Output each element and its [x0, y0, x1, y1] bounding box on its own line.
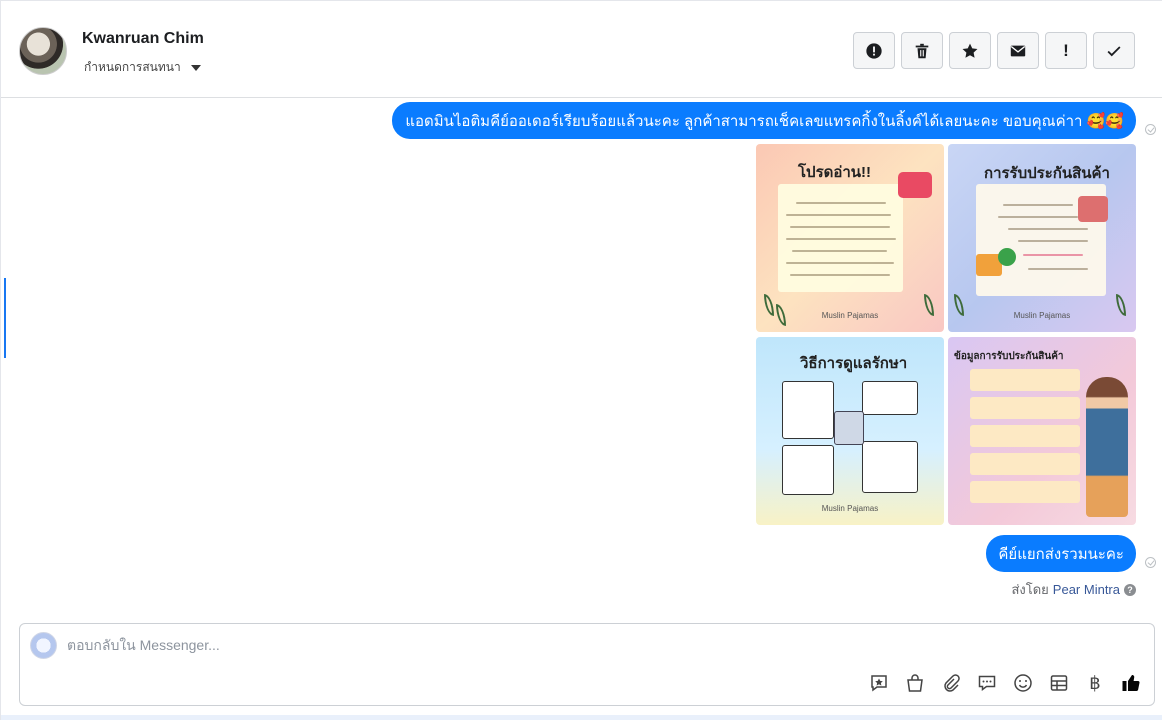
- scroll-indicator: [4, 278, 6, 358]
- image-title: ข้อมูลการรับประกันสินค้า: [954, 351, 1064, 362]
- chat-bubble-icon: [978, 675, 996, 691]
- check-icon: [1107, 45, 1121, 56]
- image-footer: Muslin Pajamas: [1013, 311, 1071, 320]
- baht-icon: ฿: [1089, 672, 1101, 693]
- envelope-icon: [1010, 45, 1026, 56]
- conversation-toolbar: !: [853, 32, 1135, 69]
- seen-check-icon: [1145, 124, 1156, 135]
- washing-machine-icon: [834, 411, 864, 445]
- image-attachment[interactable]: วิธีการดูแลรักษา Muslin Pajamas: [756, 337, 944, 525]
- image-attachment-grid: โปรดอ่าน!! Muslin Pajamas การรับประกันสิ…: [756, 144, 1136, 525]
- mark-unread-button[interactable]: [997, 32, 1039, 69]
- saved-reply-button[interactable]: [868, 672, 890, 694]
- check-badge-icon: [998, 248, 1016, 266]
- assign-label: กำหนดการสนทนา: [84, 60, 181, 74]
- image-footer: Muslin Pajamas: [821, 504, 879, 513]
- paperclip-icon: [944, 674, 960, 692]
- message-bubble[interactable]: แอดมินไอติมคีย์ออเดอร์เรียบร้อยแล้วนะคะ …: [392, 102, 1136, 139]
- composer-tools: ฿: [868, 672, 1142, 694]
- order-button[interactable]: [1048, 672, 1070, 694]
- attach-button[interactable]: [940, 672, 962, 694]
- bottom-strip: [1, 715, 1162, 720]
- emoji-button[interactable]: [1012, 672, 1034, 694]
- camera-icon: [898, 172, 932, 198]
- delete-button[interactable]: [901, 32, 943, 69]
- quick-reply-button[interactable]: [976, 672, 998, 694]
- model-photo: [1086, 377, 1128, 517]
- image-title: การรับประกันสินค้า: [984, 165, 1110, 182]
- shop-button[interactable]: [904, 672, 926, 694]
- report-spam-button[interactable]: [853, 32, 895, 69]
- star-icon: [962, 43, 978, 58]
- sent-by-name[interactable]: Pear Mintra: [1053, 582, 1120, 597]
- image-attachment[interactable]: โปรดอ่าน!! Muslin Pajamas: [756, 144, 944, 332]
- image-attachment[interactable]: ข้อมูลการรับประกันสินค้า: [948, 337, 1136, 525]
- reply-input[interactable]: [67, 637, 767, 653]
- image-footer: Muslin Pajamas: [821, 311, 879, 320]
- payment-button[interactable]: ฿: [1084, 672, 1106, 694]
- seen-check-icon: [1145, 557, 1156, 568]
- washer-icon: [1078, 196, 1108, 222]
- thumbs-up-icon: [1122, 675, 1140, 692]
- page-avatar: [30, 632, 57, 659]
- trash-icon: [915, 43, 929, 58]
- reply-composer: ฿: [19, 623, 1155, 706]
- emoji-icon: [1014, 674, 1032, 692]
- saved-reply-icon: [871, 675, 887, 692]
- caret-down-icon: [190, 64, 201, 71]
- sent-by-prefix: ส่งโดย: [1011, 582, 1049, 597]
- avatar[interactable]: [19, 27, 67, 75]
- inbox-conversation: Kwanruan Chim กำหนดการสนทนา ! แอดมินไอติ…: [0, 0, 1162, 720]
- follow-up-button[interactable]: !: [1045, 32, 1087, 69]
- table-icon: [1050, 675, 1068, 691]
- message-bubble[interactable]: คีย์แยกส่งรวมนะคะ: [986, 535, 1136, 572]
- sent-by-info: ส่งโดย Pear Mintra ?: [1011, 579, 1136, 600]
- contact-name[interactable]: Kwanruan Chim: [82, 30, 204, 48]
- help-icon[interactable]: ?: [1124, 583, 1136, 596]
- image-attachment[interactable]: การรับประกันสินค้า Muslin Pajamas: [948, 144, 1136, 332]
- image-title: โปรดอ่าน!!: [798, 164, 872, 181]
- mark-done-button[interactable]: [1093, 32, 1135, 69]
- shopping-bag-icon: [907, 674, 923, 692]
- like-button[interactable]: [1120, 672, 1142, 694]
- exclamation-icon: !: [1063, 40, 1069, 60]
- assign-conversation-dropdown[interactable]: กำหนดการสนทนา: [84, 58, 201, 77]
- image-title: วิธีการดูแลรักษา: [800, 355, 908, 372]
- conversation-header: Kwanruan Chim กำหนดการสนทนา !: [1, 1, 1162, 98]
- star-button[interactable]: [949, 32, 991, 69]
- alert-circle-icon: [866, 42, 882, 59]
